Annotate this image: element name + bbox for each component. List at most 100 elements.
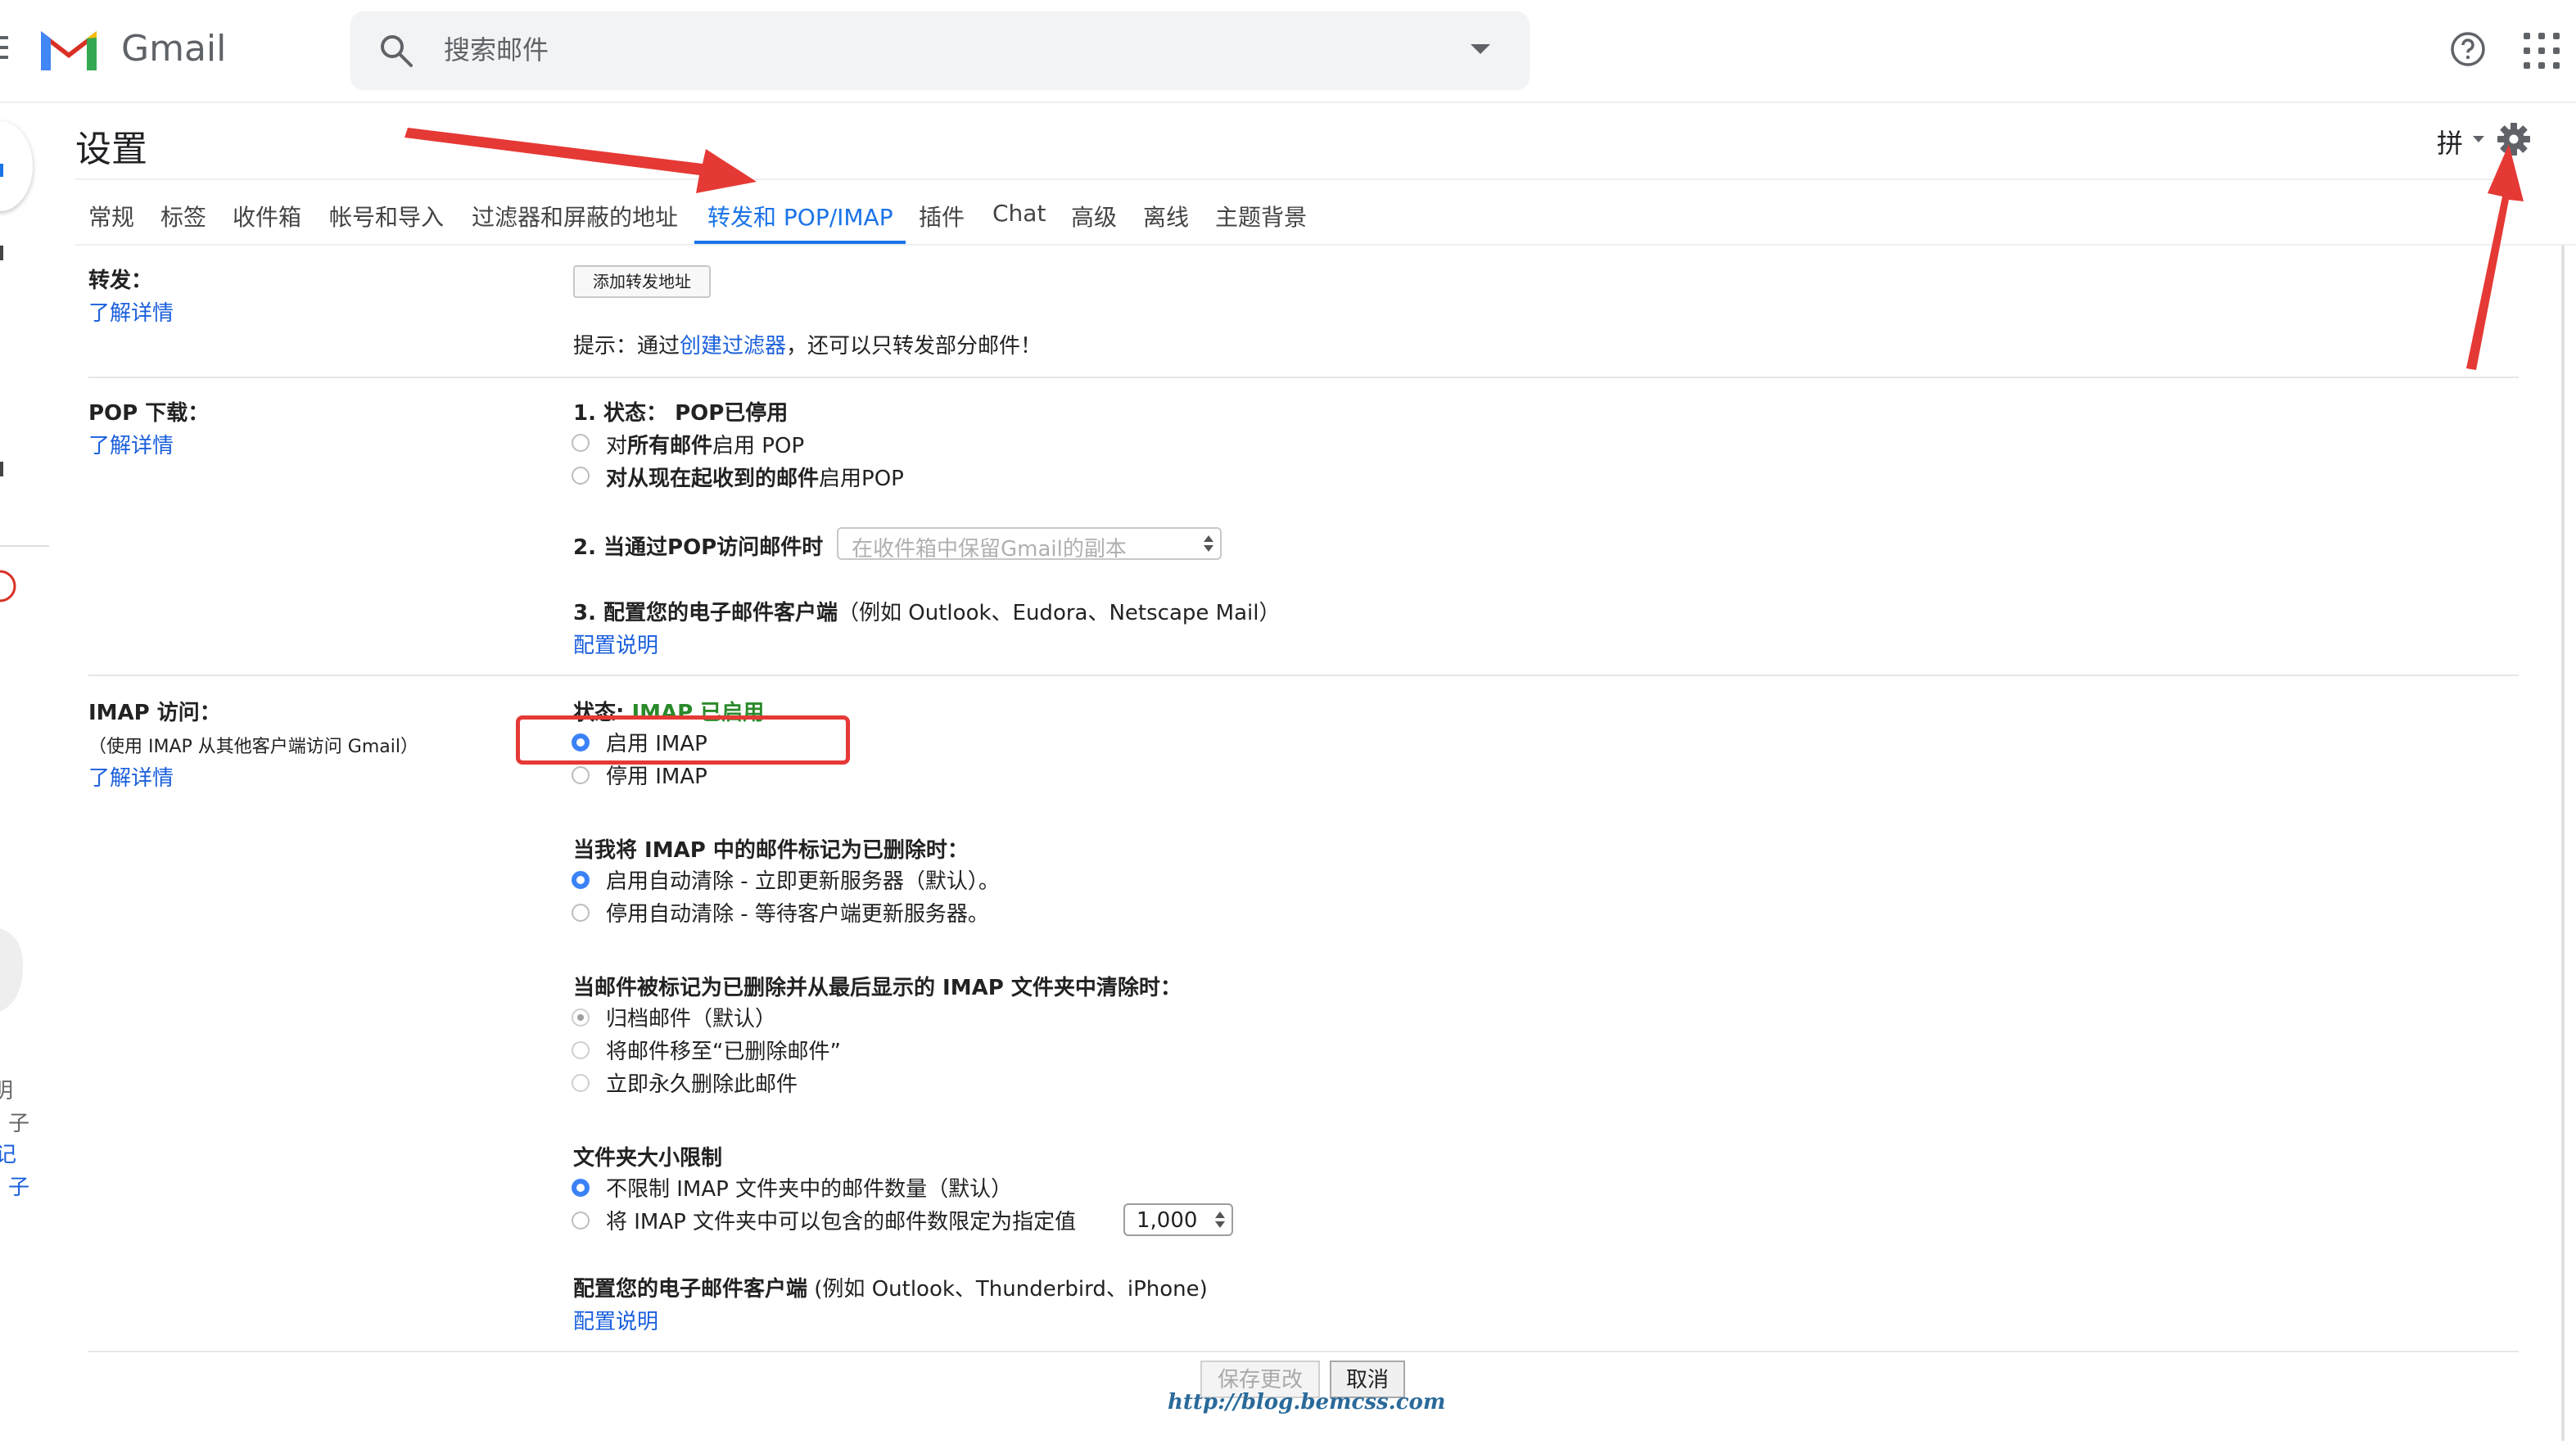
tab-offline[interactable]: 离线	[1143, 200, 1189, 232]
search-options-dropdown-icon[interactable]	[1471, 44, 1490, 54]
pop-from-now-option[interactable]: 对从现在起收到的邮件启用POP	[606, 462, 904, 492]
archive-radio[interactable]	[572, 1009, 590, 1027]
pop-configure-instructions-link[interactable]: 配置说明	[573, 629, 658, 659]
left-text-fragment: 明	[0, 1079, 14, 1103]
header-divider	[75, 178, 2512, 180]
nav-item-fragment[interactable]	[0, 462, 3, 476]
auto-expunge-on-radio[interactable]	[572, 871, 590, 889]
tab-forwarding-pop-imap[interactable]: 转发和 POP/IMAP	[707, 200, 893, 232]
section-divider	[88, 675, 2519, 676]
archive-label[interactable]: 归档邮件（默认）	[606, 1002, 776, 1032]
hangouts-avatar-fragment[interactable]	[0, 562, 16, 611]
imap-learn-more-link[interactable]: 了解详情	[88, 761, 174, 792]
pop-status: 1. 状态： POP已停用	[573, 396, 788, 426]
tip-prefix: 提示：通过	[573, 334, 680, 359]
pop-all-mail-radio[interactable]	[572, 434, 590, 452]
pop-all-mail-option[interactable]: 对所有邮件启用 POP	[606, 429, 804, 459]
pop-access-select-value: 在收件箱中保留Gmail的副本	[852, 537, 1127, 562]
auto-expunge-off-label[interactable]: 停用自动清除 - 等待客户端更新服务器。	[606, 897, 989, 927]
folder-limit-value: 1,000	[1137, 1208, 1198, 1233]
tab-accounts-import[interactable]: 帐号和导入	[329, 200, 444, 232]
help-icon[interactable]	[2448, 29, 2488, 69]
tab-filters-blocked[interactable]: 过滤器和屏蔽的地址	[472, 200, 678, 232]
auto-expunge-off-radio[interactable]	[572, 904, 590, 922]
apps-grid-icon[interactable]	[2524, 33, 2560, 69]
compose-plus-fragment	[0, 164, 3, 177]
folder-limit-select[interactable]: 1,000	[1123, 1203, 1233, 1236]
option-text: 启用 POP	[712, 434, 805, 458]
imap-deleted-heading: 当我将 IMAP 中的邮件标记为已删除时：	[573, 838, 969, 863]
gmail-brand[interactable]: Gmail	[121, 28, 226, 70]
pop-status-value: POP已停用	[675, 401, 789, 426]
gmail-logo[interactable]	[36, 25, 102, 74]
limit-label[interactable]: 将 IMAP 文件夹中可以包含的邮件数限定为指定值	[606, 1205, 1076, 1235]
client-examples: (例如 Outlook、Thunderbird、iPhone)	[807, 1277, 1208, 1302]
section-divider	[88, 1351, 2519, 1352]
compose-button[interactable]	[0, 121, 33, 211]
scrollbar[interactable]	[2561, 246, 2565, 1441]
configure-examples: （例如 Outlook、Eudora、Netscape Mail）	[838, 601, 1281, 625]
option-text-bold: 所有邮件	[627, 434, 713, 458]
forwarding-label: 转发：	[88, 268, 153, 293]
annotation-arrow-to-tab	[404, 128, 757, 193]
delete-forever-label[interactable]: 立即永久删除此邮件	[606, 1067, 798, 1098]
client-label: 配置您的电子邮件客户端	[573, 1277, 808, 1302]
input-tools-dropdown-icon[interactable]	[2473, 136, 2484, 142]
left-link-fragment[interactable]: 记	[0, 1138, 16, 1168]
tab-inbox[interactable]: 收件箱	[233, 200, 301, 232]
main-menu-icon[interactable]	[0, 36, 8, 59]
imap-disable-radio[interactable]	[572, 766, 590, 784]
nav-item-fragment[interactable]	[0, 246, 3, 260]
left-text-fragment: 子	[8, 1112, 30, 1136]
tab-advanced[interactable]: 高级	[1071, 200, 1117, 232]
option-text-bold: 对从现在起收到的邮件	[606, 467, 820, 491]
section-divider	[88, 377, 2519, 378]
pop-from-now-radio[interactable]	[572, 467, 590, 485]
pop-configure-heading: 3. 配置您的电子邮件客户端（例如 Outlook、Eudora、Netscap…	[573, 596, 1280, 626]
tip-suffix: ，还可以只转发部分邮件！	[786, 334, 1042, 359]
search-input[interactable]	[442, 25, 1428, 75]
select-arrows-icon	[1215, 1210, 1225, 1230]
tab-general[interactable]: 常规	[88, 200, 134, 232]
tab-chat[interactable]: Chat	[992, 200, 1046, 227]
pop-access-select[interactable]: 在收件箱中保留Gmail的副本	[837, 527, 1222, 562]
configure-label: 3. 配置您的电子邮件客户端	[573, 601, 838, 625]
no-limit-radio[interactable]	[572, 1179, 590, 1197]
left-link-fragment[interactable]: 子	[8, 1171, 29, 1201]
add-forwarding-address-button[interactable]: 添加转发地址	[573, 265, 711, 298]
limit-radio[interactable]	[572, 1212, 590, 1230]
option-text: 启用POP	[819, 467, 904, 491]
gear-icon[interactable]	[2496, 121, 2532, 157]
tab-labels[interactable]: 标签	[160, 200, 206, 232]
folder-size-heading: 文件夹大小限制	[573, 1146, 723, 1171]
pop-access-label: 2. 当通过POP访问邮件时	[573, 535, 824, 560]
delete-forever-radio[interactable]	[572, 1074, 590, 1092]
pop-label: POP 下载：	[88, 401, 210, 426]
forwarding-tip: 提示：通过创建过滤器，还可以只转发部分邮件！	[573, 329, 1042, 359]
hangouts-icon-fragment	[0, 928, 24, 1012]
tab-themes[interactable]: 主题背景	[1215, 200, 1307, 232]
imap-label: IMAP 访问：	[88, 701, 221, 725]
input-tools-button[interactable]: 拼	[2437, 123, 2463, 160]
auto-expunge-on-label[interactable]: 启用自动清除 - 立即更新服务器（默认）。	[606, 864, 1000, 895]
move-to-trash-radio[interactable]	[572, 1041, 590, 1059]
blog-watermark: http://blog.bemcss.com	[1168, 1390, 1446, 1415]
move-to-trash-label[interactable]: 将邮件移至“已删除邮件”	[606, 1035, 841, 1065]
page-title: 设置	[75, 129, 147, 170]
no-limit-label[interactable]: 不限制 IMAP 文件夹中的邮件数量（默认）	[606, 1172, 1012, 1203]
pop-status-label: 1. 状态：	[573, 401, 676, 426]
select-arrows-icon	[1204, 534, 1213, 553]
imap-sublabel: （使用 IMAP 从其他客户端访问 Gmail）	[88, 737, 418, 757]
rail-divider	[0, 545, 49, 547]
tab-addons[interactable]: 插件	[919, 200, 965, 232]
imap-configure-instructions-link[interactable]: 配置说明	[573, 1305, 658, 1335]
imap-expunged-heading: 当邮件被标记为已删除并从最后显示的 IMAP 文件夹中清除时：	[573, 976, 1182, 1000]
annotation-highlight-box	[516, 715, 850, 765]
tabs-divider	[75, 244, 2576, 246]
option-text: 对	[606, 434, 628, 458]
forwarding-learn-more-link[interactable]: 了解详情	[88, 296, 174, 327]
search-icon[interactable]	[377, 31, 416, 70]
create-filter-link[interactable]: 创建过滤器	[680, 334, 786, 359]
pop-learn-more-link[interactable]: 了解详情	[88, 429, 174, 459]
imap-client-heading: 配置您的电子邮件客户端 (例如 Outlook、Thunderbird、iPho…	[573, 1272, 1208, 1302]
